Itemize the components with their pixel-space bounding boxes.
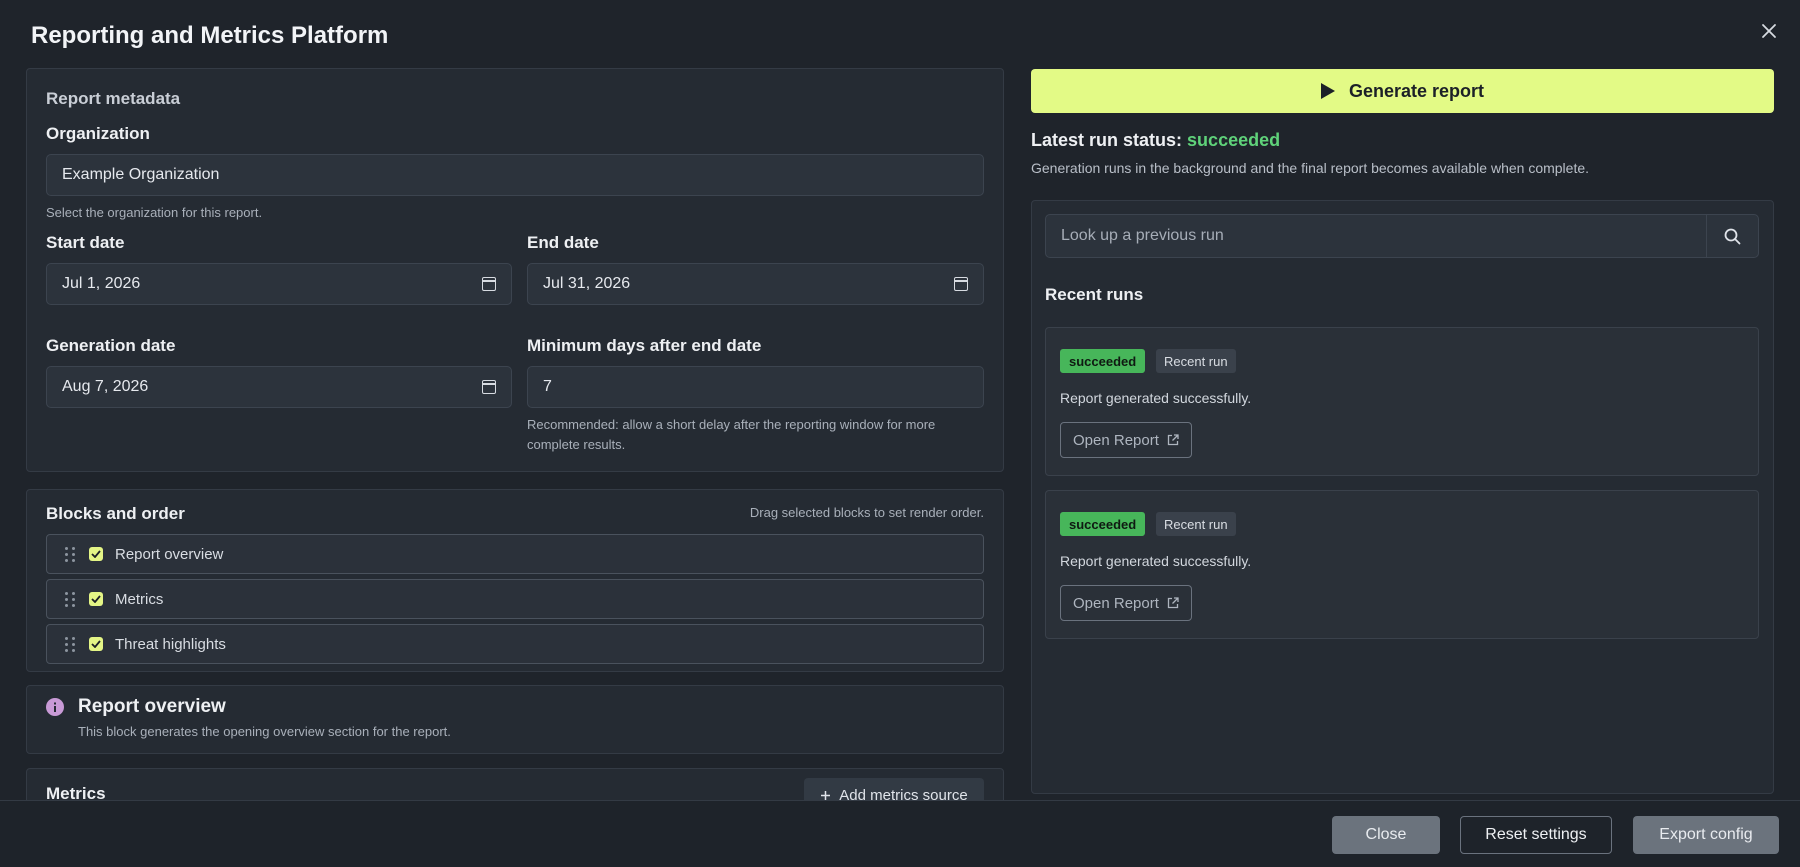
status-badge: succeeded <box>1060 349 1146 373</box>
calendar-icon[interactable] <box>482 380 496 394</box>
open-report-label: Open Report <box>1073 431 1159 449</box>
calendar-icon[interactable] <box>482 277 496 291</box>
checkbox-icon[interactable] <box>89 637 103 651</box>
generation-date-value: Aug 7, 2026 <box>62 378 149 395</box>
organization-value: Example Organization <box>62 166 220 183</box>
organization-field[interactable]: Example Organization <box>46 154 984 196</box>
search-button[interactable] <box>1706 215 1758 257</box>
drag-handle-icon[interactable] <box>65 637 75 652</box>
end-date-label: End date <box>527 233 599 252</box>
overview-info-description: This block generates the opening overvie… <box>78 724 451 739</box>
start-date-field[interactable]: Jul 1, 2026 <box>46 263 512 305</box>
report-metadata-title: Report metadata <box>46 89 181 108</box>
run-search-input[interactable] <box>1046 215 1706 257</box>
status-note: Generation runs in the background and th… <box>1031 160 1590 176</box>
play-icon <box>1320 83 1335 99</box>
organization-help: Select the organization for this report. <box>46 205 263 220</box>
block-label: Threat highlights <box>115 635 226 653</box>
page-title: Reporting and Metrics Platform <box>31 22 389 49</box>
open-report-button[interactable]: Open Report <box>1060 422 1192 458</box>
organization-label: Organization <box>46 124 150 143</box>
recent-run-tag: Recent run <box>1156 349 1236 373</box>
generate-report-button[interactable]: Generate report <box>1031 69 1774 113</box>
block-row-threat-highlights[interactable]: Threat highlights <box>46 624 984 664</box>
blocks-hint: Drag selected blocks to set render order… <box>749 505 984 520</box>
block-label: Metrics <box>115 590 164 608</box>
info-icon <box>46 698 64 721</box>
close-button[interactable]: Close <box>1332 816 1440 854</box>
search-icon <box>1724 228 1741 244</box>
end-date-field[interactable]: Jul 31, 2026 <box>527 263 984 305</box>
run-card: succeeded Recent run Report generated su… <box>1045 490 1759 639</box>
status-prefix: Latest run status: <box>1031 130 1183 150</box>
start-date-label: Start date <box>46 233 125 252</box>
drag-handle-icon[interactable] <box>65 592 75 607</box>
recent-run-tag: Recent run <box>1156 512 1236 536</box>
status-value: succeeded <box>1187 130 1281 150</box>
open-report-label: Open Report <box>1073 594 1159 612</box>
generation-date-field[interactable]: Aug 7, 2026 <box>46 366 512 408</box>
start-date-value: Jul 1, 2026 <box>62 275 141 292</box>
checkbox-icon[interactable] <box>89 592 103 606</box>
min-days-value: 7 <box>543 378 552 395</box>
min-days-label: Minimum days after end date <box>527 336 762 355</box>
run-card: succeeded Recent run Report generated su… <box>1045 327 1759 476</box>
generate-report-label: Generate report <box>1348 80 1485 101</box>
end-date-value: Jul 31, 2026 <box>543 275 631 292</box>
status-badge: succeeded <box>1060 512 1146 536</box>
block-row-report-overview[interactable]: Report overview <box>46 534 984 574</box>
overview-info-title: Report overview <box>78 696 226 717</box>
checkbox-icon[interactable] <box>89 547 103 561</box>
block-label: Report overview <box>115 545 224 563</box>
external-link-icon <box>1167 434 1179 446</box>
min-days-help: Recommended: allow a short delay after t… <box>527 417 936 452</box>
block-row-metrics[interactable]: Metrics <box>46 579 984 619</box>
external-link-icon <box>1167 597 1179 609</box>
latest-run-status: Latest run status: succeeded <box>1031 130 1280 151</box>
run-message: Report generated successfully. <box>1060 553 1252 569</box>
blocks-title: Blocks and order <box>46 504 185 523</box>
run-message: Report generated successfully. <box>1060 390 1252 406</box>
calendar-icon[interactable] <box>954 277 968 291</box>
reset-settings-button[interactable]: Reset settings <box>1460 816 1612 854</box>
export-config-button[interactable]: Export config <box>1633 816 1779 854</box>
drag-handle-icon[interactable] <box>65 547 75 562</box>
min-days-input[interactable]: 7 <box>527 366 984 408</box>
recent-runs-title: Recent runs <box>1045 285 1144 304</box>
generation-date-label: Generation date <box>46 336 176 355</box>
run-search <box>1045 214 1759 258</box>
plus-icon <box>821 790 831 800</box>
close-icon[interactable] <box>1756 18 1782 44</box>
open-report-button[interactable]: Open Report <box>1060 585 1192 621</box>
